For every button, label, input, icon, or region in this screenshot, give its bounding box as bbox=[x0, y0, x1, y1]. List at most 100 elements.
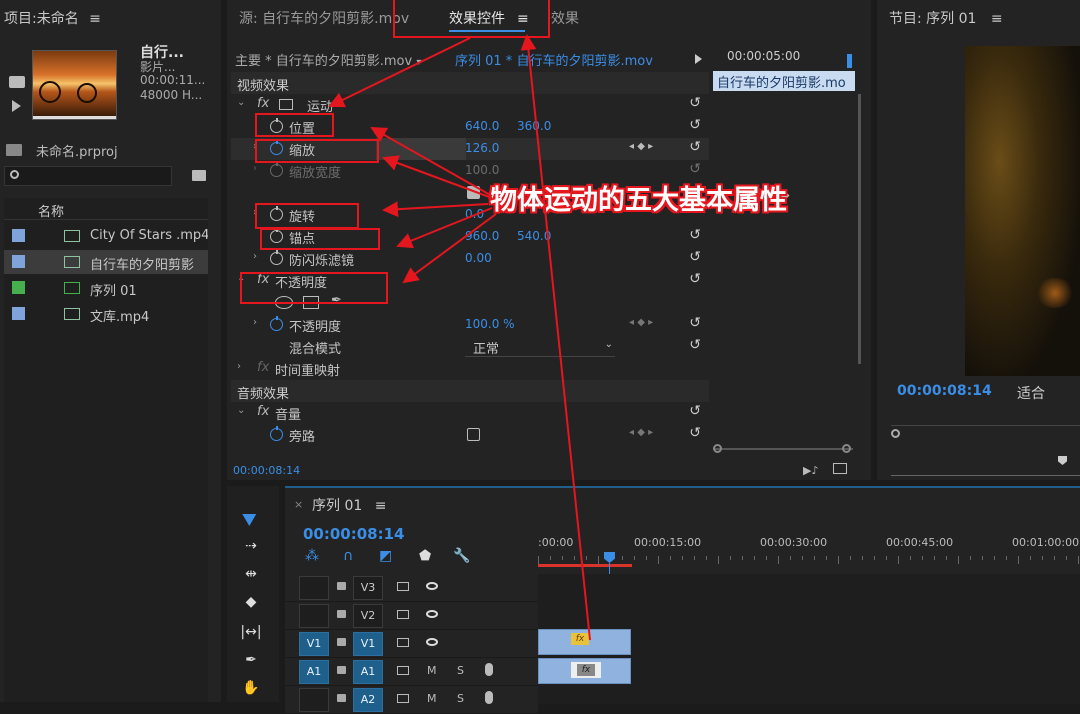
lock-icon[interactable] bbox=[337, 582, 346, 590]
tab-source[interactable]: 源: 自行车的夕阳剪影.mov bbox=[239, 8, 409, 28]
opacity-value[interactable]: 100.0 % bbox=[465, 317, 515, 331]
program-ruler[interactable] bbox=[891, 425, 1080, 437]
blend-mode-row[interactable]: 混合模式 正常 ⌄ ↺ bbox=[231, 336, 709, 358]
program-video-frame[interactable] bbox=[965, 46, 1080, 376]
chevron-down-icon[interactable]: ⌄ bbox=[237, 405, 245, 416]
source-patch-a2[interactable] bbox=[299, 688, 329, 712]
source-patch-v2[interactable] bbox=[299, 604, 329, 628]
audio-play-icon[interactable]: ▶♪ bbox=[803, 464, 818, 477]
ec-zoom-bar[interactable] bbox=[713, 448, 853, 450]
opacity-row[interactable]: › 不透明度 100.0 % ◂ ◆ ▸ ↺ bbox=[231, 314, 709, 336]
reset-icon[interactable]: ↺ bbox=[689, 337, 701, 353]
master-clip-select[interactable]: 主要 * 自行车的夕阳剪影.mov ▾ bbox=[235, 50, 421, 69]
keyframe-nav-icon[interactable]: ◂ ◆ ▸ bbox=[629, 427, 653, 438]
timeline-timecode[interactable]: 00:00:08:14 bbox=[303, 525, 405, 543]
ec-playhead-icon[interactable] bbox=[847, 54, 852, 68]
eye-icon[interactable] bbox=[426, 582, 438, 590]
tab-sequence[interactable]: 序列 01 ≡ bbox=[312, 495, 386, 515]
reset-icon[interactable]: ↺ bbox=[689, 95, 701, 111]
chevron-right-icon[interactable]: › bbox=[237, 361, 241, 372]
sync-lock-icon[interactable] bbox=[397, 666, 409, 675]
track-target-a1[interactable]: A1 bbox=[353, 660, 383, 684]
lock-icon[interactable] bbox=[337, 666, 346, 674]
bypass-checkbox[interactable] bbox=[467, 428, 480, 441]
export-frame-icon[interactable] bbox=[833, 463, 847, 474]
mute-button[interactable]: M bbox=[427, 664, 437, 677]
solo-button[interactable]: S bbox=[457, 664, 464, 677]
lock-icon[interactable] bbox=[337, 610, 346, 618]
position-row[interactable]: 位置 640.0 360.0 ↺ bbox=[231, 116, 709, 138]
sync-lock-icon[interactable] bbox=[397, 610, 409, 619]
chevron-right-icon[interactable]: › bbox=[253, 317, 257, 328]
search-input[interactable] bbox=[4, 166, 172, 186]
zoom-handle-right[interactable] bbox=[842, 444, 851, 453]
reset-icon[interactable]: ↺ bbox=[689, 227, 701, 243]
track-target-a2[interactable]: A2 bbox=[353, 688, 383, 712]
fx-badge[interactable]: fx bbox=[257, 404, 269, 419]
razor-tool-icon[interactable]: ◆ bbox=[239, 594, 263, 610]
pen-tool-icon[interactable]: ✒ bbox=[239, 652, 263, 668]
zoom-fit-select[interactable]: 适合 bbox=[1017, 383, 1045, 403]
track-target-v3[interactable]: V3 bbox=[353, 576, 383, 600]
nest-icon[interactable]: ⁂ bbox=[305, 548, 319, 564]
stopwatch-icon[interactable] bbox=[270, 118, 283, 133]
project-list-item[interactable]: 序列 01 bbox=[4, 276, 208, 300]
rectangle-mask-icon[interactable] bbox=[303, 296, 319, 309]
reset-icon[interactable]: ↺ bbox=[689, 117, 701, 133]
scale-row[interactable]: › 缩放 126.0 ◂ ◆ ▸ ↺ bbox=[231, 138, 709, 160]
track-target-v1[interactable]: V1 bbox=[353, 632, 383, 656]
track-select-icon[interactable]: ⇢ bbox=[239, 538, 263, 554]
project-list-item[interactable]: 文库.mp4 bbox=[4, 302, 208, 326]
mute-button[interactable]: M bbox=[427, 692, 437, 705]
solo-button[interactable]: S bbox=[457, 692, 464, 705]
reset-icon[interactable]: ↺ bbox=[689, 403, 701, 419]
program-monitor-title[interactable]: 节目: 序列 01 ≡ bbox=[889, 8, 1003, 28]
panel-menu-icon[interactable]: ≡ bbox=[991, 11, 1003, 27]
reset-icon[interactable]: ↺ bbox=[689, 425, 701, 441]
label-color-swatch[interactable] bbox=[12, 307, 25, 320]
flicker-row[interactable]: › 防闪烁滤镜 0.00 ↺ bbox=[231, 248, 709, 270]
hand-tool-icon[interactable]: ✋ bbox=[239, 680, 263, 696]
zoom-handle-left[interactable] bbox=[713, 444, 722, 453]
snap-icon[interactable]: ∩ bbox=[343, 548, 353, 564]
stopwatch-icon[interactable] bbox=[270, 206, 283, 221]
volume-row[interactable]: ⌄ fx 音量 ↺ bbox=[231, 402, 709, 424]
lock-icon[interactable] bbox=[337, 638, 346, 646]
fx-clip-badge[interactable]: fx bbox=[571, 633, 589, 645]
project-panel-title[interactable]: 项目:未命名 ≡ bbox=[4, 8, 101, 28]
stopwatch-icon[interactable] bbox=[270, 316, 283, 331]
chevron-right-icon[interactable]: › bbox=[253, 141, 257, 152]
tab-effect-controls[interactable]: 效果控件 ≡ bbox=[449, 8, 529, 28]
source-patch-a1[interactable]: A1 bbox=[299, 660, 329, 684]
work-area-bar[interactable] bbox=[538, 564, 632, 567]
project-list-item[interactable]: City Of Stars .mp4 bbox=[4, 224, 208, 248]
sync-lock-icon[interactable] bbox=[397, 638, 409, 647]
label-color-swatch[interactable] bbox=[12, 229, 25, 242]
motion-transform-icon[interactable] bbox=[279, 99, 293, 110]
time-remap-row[interactable]: › fx 时间重映射 bbox=[231, 358, 709, 380]
selection-tool-icon[interactable] bbox=[242, 507, 260, 527]
chevron-down-icon[interactable]: ⌄ bbox=[237, 273, 245, 284]
microphone-icon[interactable] bbox=[485, 663, 493, 676]
position-y-value[interactable]: 360.0 bbox=[517, 119, 551, 133]
keyframe-nav-icon[interactable]: ◂ ◆ ▸ bbox=[629, 317, 653, 328]
stopwatch-icon[interactable] bbox=[270, 140, 283, 155]
fx-badge[interactable]: fx bbox=[257, 96, 269, 111]
fx-badge[interactable]: fx bbox=[257, 272, 269, 287]
marker-icon[interactable]: ⬟ bbox=[419, 548, 431, 564]
opacity-group-row[interactable]: ⌄ fx 不透明度 ↺ bbox=[231, 270, 709, 292]
chevron-right-icon[interactable]: › bbox=[253, 251, 257, 262]
track-target-v2[interactable]: V2 bbox=[353, 604, 383, 628]
pen-mask-icon[interactable]: ✒ bbox=[331, 293, 342, 308]
keyframe-nav-icon[interactable]: ◂ ◆ ▸ bbox=[629, 141, 653, 152]
chevron-right-icon[interactable]: › bbox=[253, 207, 257, 218]
ec-scrollbar[interactable] bbox=[858, 94, 861, 364]
blend-mode-select[interactable]: 正常 ⌄ bbox=[465, 337, 615, 357]
anchor-row[interactable]: 锚点 960.0 540.0 ↺ bbox=[231, 226, 709, 248]
reset-icon[interactable]: ↺ bbox=[689, 271, 701, 287]
fx-clip-badge[interactable]: fx bbox=[577, 664, 595, 676]
panel-menu-icon[interactable]: ≡ bbox=[375, 498, 387, 514]
project-list-item[interactable]: 自行车的夕阳剪影 bbox=[4, 250, 208, 274]
close-tab-icon[interactable]: × bbox=[294, 498, 303, 511]
program-playhead-icon[interactable] bbox=[1058, 456, 1067, 465]
